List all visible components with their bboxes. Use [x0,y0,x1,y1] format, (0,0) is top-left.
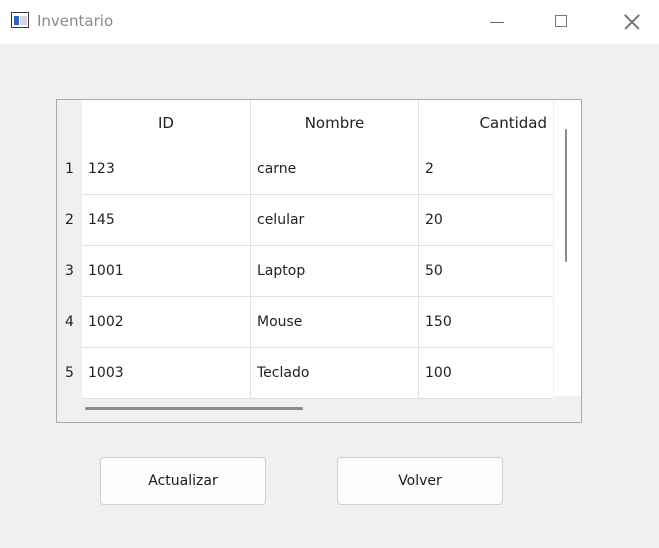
cell-id[interactable]: 1003 [82,348,251,399]
cell-nombre[interactable]: Mouse [251,297,419,348]
update-button[interactable]: Actualizar [100,457,266,505]
minimize-icon[interactable] [474,0,520,44]
table-row: 1003 Teclado 100 [82,348,553,399]
table-body: ID Nombre Cantidad 123 carne 2 145 celul… [82,100,553,399]
column-header: ID Nombre Cantidad [82,100,553,144]
cell-cantidad[interactable]: 50 [419,246,553,297]
vertical-scrollbar[interactable] [554,100,581,396]
row-number[interactable]: 4 [57,297,82,348]
cell-id[interactable]: 1001 [82,246,251,297]
cell-id[interactable]: 1002 [82,297,251,348]
table-row: 123 carne 2 [82,144,553,195]
inventory-table[interactable]: 1 2 3 4 5 ID Nombre Cantidad 123 carne 2… [56,99,582,423]
cell-nombre[interactable]: Teclado [251,348,419,399]
title-bar: Inventario [0,0,659,44]
close-icon[interactable] [608,0,654,44]
row-header: 1 2 3 4 5 [57,144,82,399]
row-number[interactable]: 5 [57,348,82,399]
cell-id[interactable]: 123 [82,144,251,195]
cell-cantidad[interactable]: 100 [419,348,553,399]
app-icon [11,12,29,28]
back-button[interactable]: Volver [337,457,503,505]
cell-cantidad[interactable]: 150 [419,297,553,348]
cell-nombre[interactable]: celular [251,195,419,246]
cell-cantidad[interactable]: 2 [419,144,553,195]
cell-id[interactable]: 145 [82,195,251,246]
cell-nombre[interactable]: carne [251,144,419,195]
column-header-id[interactable]: ID [82,100,251,144]
cell-nombre[interactable]: Laptop [251,246,419,297]
table-row: 145 celular 20 [82,195,553,246]
window-title: Inventario [37,12,114,30]
vertical-scrollbar-thumb[interactable] [565,129,567,262]
table-row: 1001 Laptop 50 [82,246,553,297]
column-header-nombre[interactable]: Nombre [251,100,419,144]
horizontal-scrollbar-thumb[interactable] [85,407,303,410]
cell-cantidad[interactable]: 20 [419,195,553,246]
column-header-cantidad[interactable]: Cantidad [419,100,553,144]
maximize-icon[interactable] [540,0,586,44]
row-number[interactable]: 3 [57,246,82,297]
table-row: 1002 Mouse 150 [82,297,553,348]
row-number[interactable]: 1 [57,144,82,195]
row-number[interactable]: 2 [57,195,82,246]
